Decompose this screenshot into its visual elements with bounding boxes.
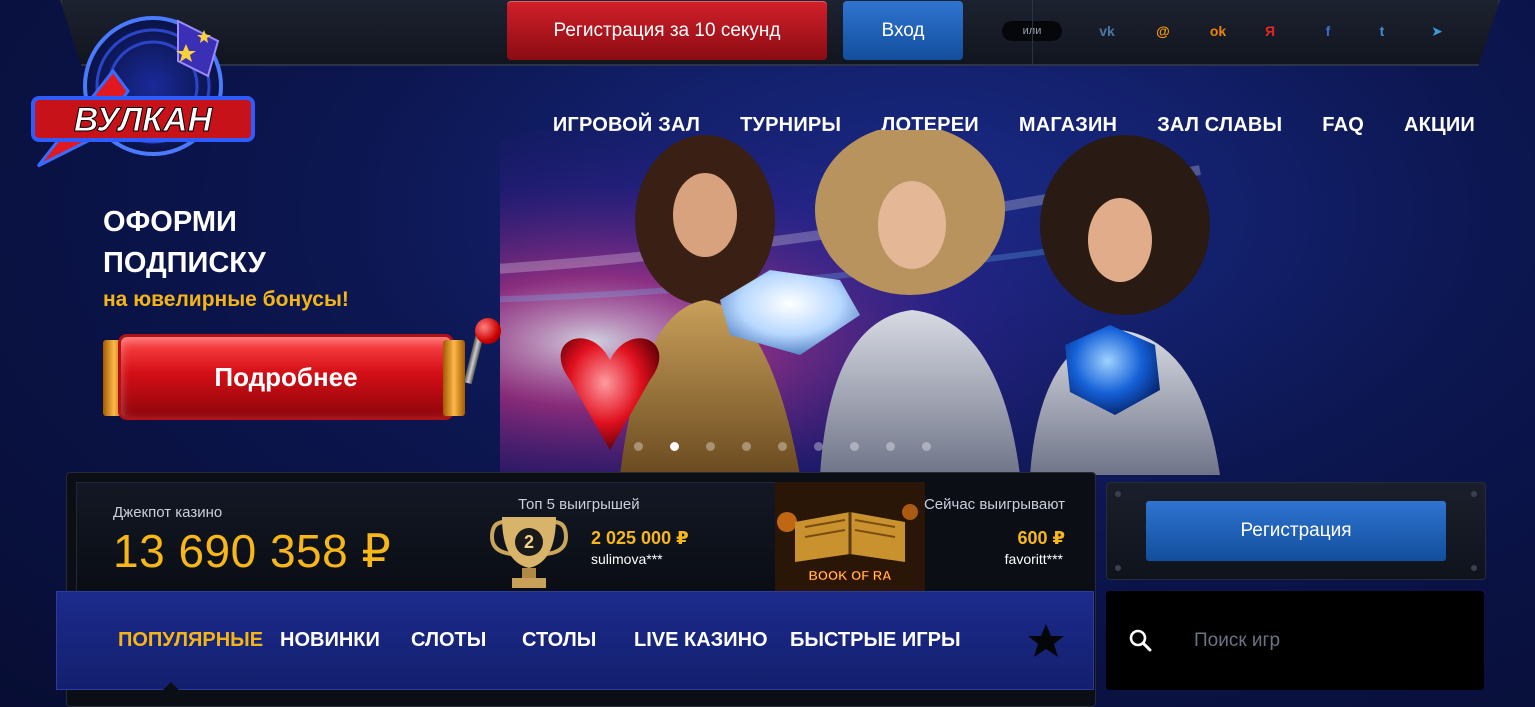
twitter-icon[interactable]: t xyxy=(1370,20,1394,42)
slider-dot[interactable] xyxy=(706,442,715,451)
tab-slots[interactable]: СЛОТЫ xyxy=(411,629,486,652)
slider-dot[interactable] xyxy=(670,442,679,451)
facebook-icon[interactable]: f xyxy=(1316,20,1340,42)
hero-title-line-1: ОФОРМИ xyxy=(103,206,237,238)
tab-new[interactable]: НОВИНКИ xyxy=(280,629,380,652)
search-icon[interactable] xyxy=(1128,628,1154,654)
register-button[interactable]: Регистрация за 10 секунд xyxy=(507,1,827,60)
now-winning-user: favoritt*** xyxy=(1004,551,1063,567)
mail-icon[interactable]: @ xyxy=(1151,20,1175,42)
more-button[interactable]: Подробнее xyxy=(121,337,451,417)
search-input[interactable] xyxy=(1180,620,1460,662)
slider-dot[interactable] xyxy=(850,442,859,451)
now-winning-amount: 600 ₽ xyxy=(1017,528,1065,548)
trophy-place: 2 xyxy=(524,532,534,552)
vulkan-logo[interactable]: ВУЛКАН xyxy=(28,16,258,196)
slider-dot[interactable] xyxy=(778,442,787,451)
hero-banner-image xyxy=(500,130,1320,475)
tab-live-casino[interactable]: LIVE КАЗИНО xyxy=(634,629,768,652)
sidebar-register-button[interactable]: Регистрация xyxy=(1146,501,1446,561)
slider-dot[interactable] xyxy=(814,442,823,451)
tab-popular[interactable]: ПОПУЛЯРНЫЕ xyxy=(118,629,263,652)
slider-dot[interactable] xyxy=(886,442,895,451)
jackpot-label: Джекпот казино xyxy=(113,504,223,521)
slider-dot[interactable] xyxy=(634,442,643,451)
slot-lever-knob xyxy=(475,318,501,344)
slider-dot[interactable] xyxy=(742,442,751,451)
slider-dots xyxy=(634,442,931,451)
slider-dot[interactable] xyxy=(922,442,931,451)
now-winning-label: Сейчас выигрывают xyxy=(923,496,1065,513)
hero-subtitle: на ювелирные бонусы! xyxy=(103,288,349,311)
more-button-wrapper: Подробнее xyxy=(103,318,503,418)
logo-text: ВУЛКАН xyxy=(74,101,214,139)
login-button[interactable]: Вход xyxy=(843,1,963,60)
jackpot-value: 13 690 358 ₽ xyxy=(113,525,392,577)
top5-amount: 2 025 000 ₽ xyxy=(591,528,689,548)
top5-user: sulimova*** xyxy=(591,551,663,567)
tab-fast-games[interactable]: БЫСТРЫЕ ИГРЫ xyxy=(790,629,961,652)
tab-tables[interactable]: СТОЛЫ xyxy=(522,629,596,652)
trophy-icon: 2 xyxy=(489,517,569,588)
favorites-star-icon[interactable] xyxy=(1026,621,1066,661)
top5-label: Топ 5 выигрышей xyxy=(518,496,640,513)
telegram-icon[interactable]: ➤ xyxy=(1425,20,1449,42)
odnoklassniki-icon[interactable]: ok xyxy=(1206,20,1230,42)
vk-icon[interactable]: vk xyxy=(1095,20,1119,42)
panel-bolt xyxy=(1115,491,1121,497)
active-tab-pointer xyxy=(161,682,181,692)
hero-title: ОФОРМИ ПОДПИСКУ xyxy=(103,202,266,284)
divider xyxy=(1032,0,1033,66)
book-of-ra-thumbnail[interactable]: BOOK OF RA xyxy=(775,482,925,592)
hero-title-line-2: ПОДПИСКУ xyxy=(103,247,266,279)
book-of-ra-title: BOOK OF RA xyxy=(808,568,892,583)
panel-bolt xyxy=(1115,565,1121,571)
yandex-icon[interactable]: Я xyxy=(1258,20,1282,42)
slot-cap-right xyxy=(443,340,465,416)
panel-bolt xyxy=(1471,491,1477,497)
panel-bolt xyxy=(1471,565,1477,571)
